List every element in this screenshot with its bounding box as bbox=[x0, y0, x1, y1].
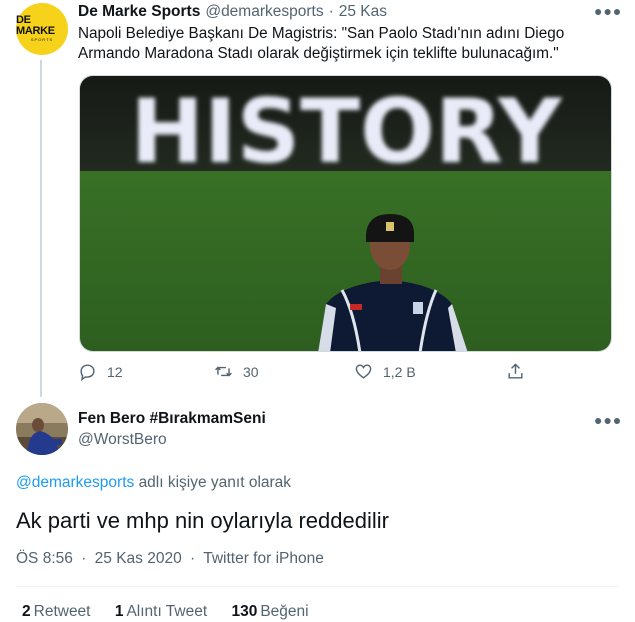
quotes-label: Alıntı Tweet bbox=[126, 603, 208, 620]
thread-connector-line bbox=[40, 60, 42, 397]
share-icon bbox=[508, 363, 523, 379]
retweet-count: 30 bbox=[243, 363, 259, 380]
reply-button[interactable]: 12 bbox=[78, 362, 123, 381]
reply-author-handle[interactable]: @WorstBero bbox=[78, 430, 266, 450]
likes-count: 130 bbox=[231, 603, 258, 620]
tweet-header: De Marke Sports @demarkesports · 25 Kas bbox=[78, 2, 387, 22]
original-tweet[interactable]: DE MARKE SPORTS De Marke Sports @demarke… bbox=[0, 0, 635, 397]
avatar-logo-subtext: SPORTS bbox=[30, 37, 54, 42]
profile-photo bbox=[16, 403, 68, 455]
tweet-actions: 12 30 1,2 B bbox=[78, 362, 538, 386]
like-button[interactable]: 1,2 B bbox=[354, 362, 416, 381]
retweets-stat[interactable]: 2 Retweet bbox=[22, 603, 91, 621]
likes-label: Beğeni bbox=[260, 603, 309, 620]
author-name[interactable]: De Marke Sports bbox=[78, 3, 200, 21]
replying-to-suffix: adlı kişiye yanıt olarak bbox=[138, 474, 292, 491]
quotes-stat[interactable]: 1 Alıntı Tweet bbox=[115, 603, 207, 621]
fen-bero-avatar[interactable] bbox=[16, 403, 68, 455]
separator-dot: · bbox=[328, 3, 334, 20]
replying-to-line: @demarkesports adlı kişiye yanıt olarak bbox=[16, 474, 291, 492]
tweet-media-photo[interactable]: HISTORY bbox=[79, 75, 612, 352]
quotes-count: 1 bbox=[114, 603, 124, 620]
meta-separator-1: · bbox=[81, 550, 87, 567]
retweet-button[interactable]: 30 bbox=[214, 362, 259, 381]
reply-more-options-icon[interactable]: ●●● bbox=[594, 412, 622, 428]
author-handle[interactable]: @demarkesports bbox=[205, 3, 323, 21]
avatar-logo-text: DE MARKE bbox=[16, 14, 55, 37]
maradona-photo: HISTORY bbox=[80, 76, 611, 351]
reply-date[interactable]: 25 Kas 2020 bbox=[95, 550, 182, 567]
history-banner-text: HISTORY bbox=[130, 80, 563, 183]
retweets-count: 2 bbox=[22, 603, 31, 620]
reply-author-name[interactable]: Fen Bero #BırakmamSeni bbox=[78, 409, 266, 429]
heart-icon bbox=[355, 364, 372, 379]
more-options-icon[interactable]: ●●● bbox=[594, 3, 622, 19]
share-button[interactable] bbox=[506, 362, 525, 381]
reply-count: 12 bbox=[107, 363, 123, 380]
de-marke-sports-avatar[interactable]: DE MARKE SPORTS bbox=[16, 3, 68, 55]
reply-time[interactable]: ÖS 8:56 bbox=[16, 550, 73, 567]
like-count: 1,2 B bbox=[383, 363, 416, 380]
reply-metadata: ÖS 8:56 · 25 Kas 2020 · Twitter for iPho… bbox=[16, 550, 328, 568]
tweet-text: Napoli Belediye Başkanı De Magistris: "S… bbox=[78, 25, 565, 62]
reply-icon bbox=[80, 364, 95, 381]
meta-separator-2: · bbox=[190, 550, 196, 567]
tweet-time[interactable]: 25 Kas bbox=[339, 3, 387, 21]
reply-source[interactable]: Twitter for iPhone bbox=[203, 550, 324, 567]
divider bbox=[16, 586, 619, 587]
likes-stat[interactable]: 130 Beğeni bbox=[231, 603, 308, 621]
replying-to-mention[interactable]: @demarkesports bbox=[16, 474, 134, 491]
reply-header: Fen Bero #BırakmamSeni @WorstBero bbox=[78, 409, 266, 450]
retweets-label: Retweet bbox=[33, 603, 91, 620]
reply-stats: 2 Retweet 1 Alıntı Tweet 130 Beğeni bbox=[22, 603, 329, 621]
retweet-icon bbox=[215, 366, 232, 377]
reply-text: Ak parti ve mhp nin oylarıyla reddedilir bbox=[16, 508, 389, 533]
